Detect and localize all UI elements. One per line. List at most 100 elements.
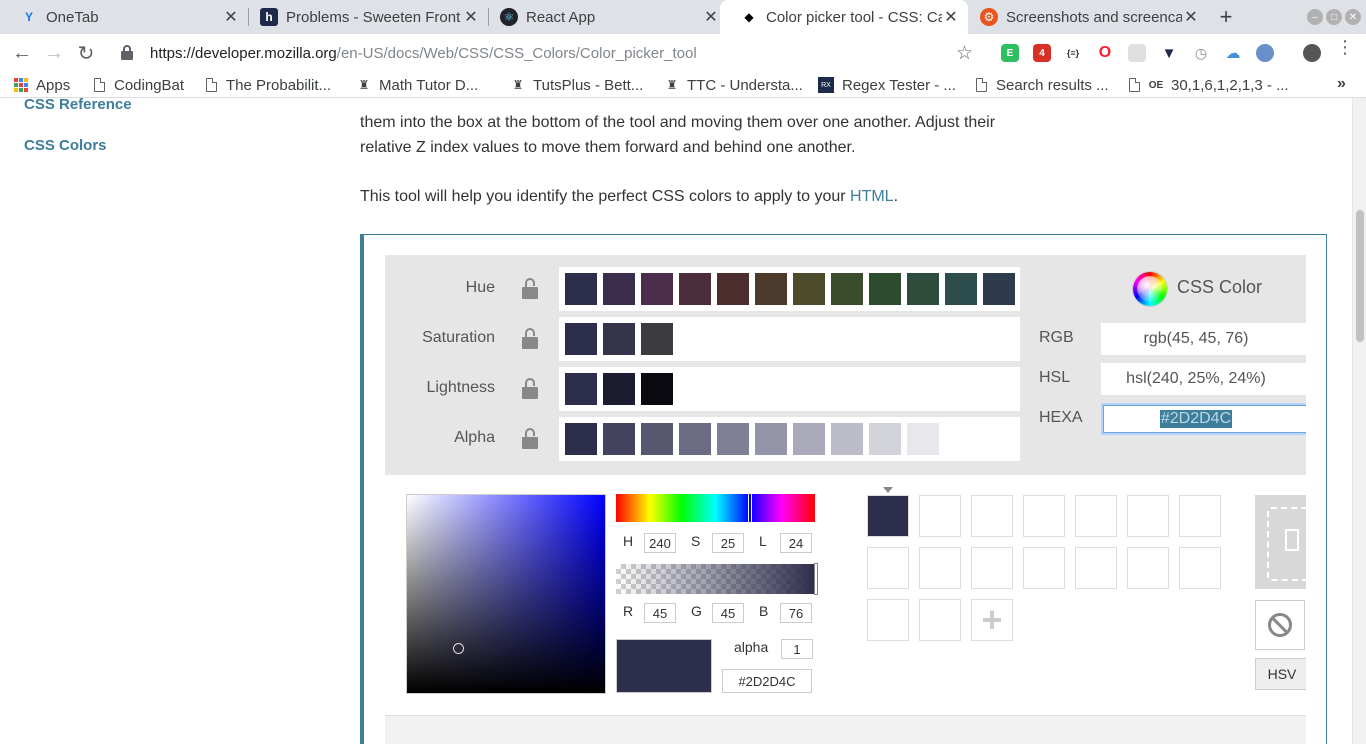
tab-screenshots[interactable]: ⚙ Screenshots and screenca ✕ bbox=[960, 0, 1208, 34]
saved-color-slot[interactable] bbox=[1179, 495, 1221, 537]
saved-color-slot[interactable] bbox=[1023, 495, 1065, 537]
bookmark-codingbat[interactable]: CodingBat bbox=[92, 75, 184, 95]
tab-react-app[interactable]: ⚛ React App ✕ bbox=[480, 0, 728, 34]
palette-swatch[interactable] bbox=[679, 423, 711, 455]
s-input[interactable]: 25 bbox=[712, 533, 744, 553]
hex-input[interactable]: #2D2D4C bbox=[722, 669, 812, 693]
saved-color-slot[interactable] bbox=[1127, 547, 1169, 589]
saved-color-slot[interactable] bbox=[867, 547, 909, 589]
tab-problems[interactable]: h Problems - Sweeten Front ✕ bbox=[240, 0, 488, 34]
sidebar-link-css-reference[interactable]: CSS Reference bbox=[24, 98, 132, 113]
palette-swatch[interactable] bbox=[641, 323, 673, 355]
bookmark-tutsplus[interactable]: ♜ TutsPlus - Bett... bbox=[511, 75, 644, 95]
minimize-window-icon[interactable]: – bbox=[1307, 9, 1323, 25]
lock-icon[interactable] bbox=[120, 45, 136, 61]
sidebar-link-css-colors[interactable]: CSS Colors bbox=[24, 137, 107, 154]
b-input[interactable]: 76 bbox=[780, 603, 812, 623]
profile-extension-icon[interactable] bbox=[1256, 44, 1274, 62]
palette-swatch[interactable] bbox=[793, 423, 825, 455]
bookmark-regex-tester[interactable]: RX Regex Tester - ... bbox=[818, 75, 956, 95]
evernote-extension-icon[interactable]: E bbox=[1001, 44, 1019, 62]
bookmark-math-tutor[interactable]: ♜ Math Tutor D... bbox=[357, 75, 479, 95]
hsv-mode-button[interactable]: HSV bbox=[1255, 658, 1306, 690]
palette-swatch[interactable] bbox=[755, 423, 787, 455]
add-color-button[interactable]: + bbox=[971, 599, 1013, 641]
alpha-slider[interactable] bbox=[616, 564, 816, 594]
saved-color-slot[interactable] bbox=[1023, 547, 1065, 589]
page-scrollbar[interactable] bbox=[1352, 98, 1366, 744]
menu-icon[interactable]: ⋮ bbox=[1336, 38, 1354, 56]
palette-swatch[interactable] bbox=[603, 273, 635, 305]
palette-swatch[interactable] bbox=[755, 273, 787, 305]
opera-extension-icon[interactable]: O bbox=[1096, 44, 1114, 62]
saved-color-slot[interactable] bbox=[971, 495, 1013, 537]
palette-swatch[interactable] bbox=[565, 273, 597, 305]
close-tab-icon[interactable]: ✕ bbox=[222, 8, 240, 26]
cloud-extension-icon[interactable]: ☁ bbox=[1224, 44, 1242, 62]
r-input[interactable]: 45 bbox=[644, 603, 676, 623]
palette-swatch[interactable] bbox=[717, 273, 749, 305]
bookmark-search-results[interactable]: Search results ... bbox=[974, 75, 1109, 95]
palette-swatch[interactable] bbox=[983, 273, 1015, 305]
palette-swatch[interactable] bbox=[679, 273, 711, 305]
avatar[interactable] bbox=[1303, 44, 1321, 62]
saved-color-slot[interactable] bbox=[1075, 547, 1117, 589]
close-tab-icon[interactable]: ✕ bbox=[462, 8, 480, 26]
close-tab-icon[interactable]: ✕ bbox=[702, 8, 720, 26]
rgb-value-field[interactable]: rgb(45, 45, 76) bbox=[1101, 323, 1306, 355]
bookmark-star-icon[interactable]: ☆ bbox=[956, 42, 973, 65]
address-bar[interactable]: https://developer.mozilla.org/en-US/docs… bbox=[112, 38, 990, 68]
h-input[interactable]: 240 bbox=[644, 533, 676, 553]
hue-lock-icon[interactable] bbox=[521, 278, 539, 300]
hue-slider-handle[interactable] bbox=[748, 493, 752, 523]
json-extension-icon[interactable]: {≡} bbox=[1064, 44, 1082, 62]
palette-swatch[interactable] bbox=[603, 373, 635, 405]
alpha-lock-icon[interactable] bbox=[521, 428, 539, 450]
saved-color-slot[interactable] bbox=[1127, 495, 1169, 537]
palette-swatch[interactable] bbox=[793, 273, 825, 305]
close-window-icon[interactable]: ✕ bbox=[1345, 9, 1361, 25]
reload-icon[interactable]: ↻ bbox=[73, 40, 99, 66]
hue-slider[interactable] bbox=[616, 494, 815, 522]
l-input[interactable]: 24 bbox=[780, 533, 812, 553]
palette-swatch[interactable] bbox=[869, 423, 901, 455]
palette-swatch[interactable] bbox=[603, 323, 635, 355]
saved-color-slot[interactable] bbox=[971, 547, 1013, 589]
clock-extension-icon[interactable]: ◷ bbox=[1192, 44, 1210, 62]
hexa-value-field[interactable]: #2D2D4C bbox=[1101, 403, 1306, 435]
saved-color-slot[interactable] bbox=[919, 495, 961, 537]
new-tab-icon[interactable]: + bbox=[1214, 4, 1238, 29]
saved-color-slot[interactable] bbox=[919, 547, 961, 589]
back-icon[interactable]: ← bbox=[9, 40, 35, 66]
alpha-input[interactable]: 1 bbox=[781, 639, 813, 659]
palette-swatch[interactable] bbox=[641, 423, 673, 455]
lightness-lock-icon[interactable] bbox=[521, 378, 539, 400]
palette-swatch[interactable] bbox=[565, 373, 597, 405]
close-tab-icon[interactable]: ✕ bbox=[1182, 8, 1200, 26]
saved-color-slot[interactable] bbox=[919, 599, 961, 641]
close-tab-icon[interactable]: ✕ bbox=[942, 8, 960, 26]
palette-swatch[interactable] bbox=[945, 273, 977, 305]
bookmark-probability[interactable]: The Probabilit... bbox=[204, 75, 331, 95]
bookmark-ttc[interactable]: ♜ TTC - Understa... bbox=[665, 75, 803, 95]
tab-color-picker-tool[interactable]: ◆ Color picker tool - CSS: Ca ✕ bbox=[720, 0, 968, 34]
saved-color-slot[interactable] bbox=[867, 495, 909, 537]
maximize-window-icon[interactable]: □ bbox=[1326, 9, 1342, 25]
saved-color-slot[interactable] bbox=[1075, 495, 1117, 537]
g-input[interactable]: 45 bbox=[712, 603, 744, 623]
alpha-slider-handle[interactable] bbox=[814, 563, 818, 595]
tab-onetab[interactable]: Y OneTab ✕ bbox=[0, 0, 248, 34]
palette-swatch[interactable] bbox=[565, 323, 597, 355]
clear-button[interactable] bbox=[1255, 600, 1305, 650]
palette-swatch[interactable] bbox=[641, 273, 673, 305]
palette-swatch[interactable] bbox=[641, 373, 673, 405]
color-cursor[interactable] bbox=[453, 643, 464, 654]
hsl-value-field[interactable]: hsl(240, 25%, 24%) bbox=[1101, 363, 1306, 395]
drag-zone[interactable] bbox=[1255, 495, 1306, 589]
scrollbar-thumb[interactable] bbox=[1356, 210, 1364, 342]
saved-color-slot[interactable] bbox=[867, 599, 909, 641]
palette-swatch[interactable] bbox=[717, 423, 749, 455]
palette-swatch[interactable] bbox=[831, 423, 863, 455]
grid-extension-icon[interactable] bbox=[1128, 44, 1146, 62]
palette-swatch[interactable] bbox=[603, 423, 635, 455]
